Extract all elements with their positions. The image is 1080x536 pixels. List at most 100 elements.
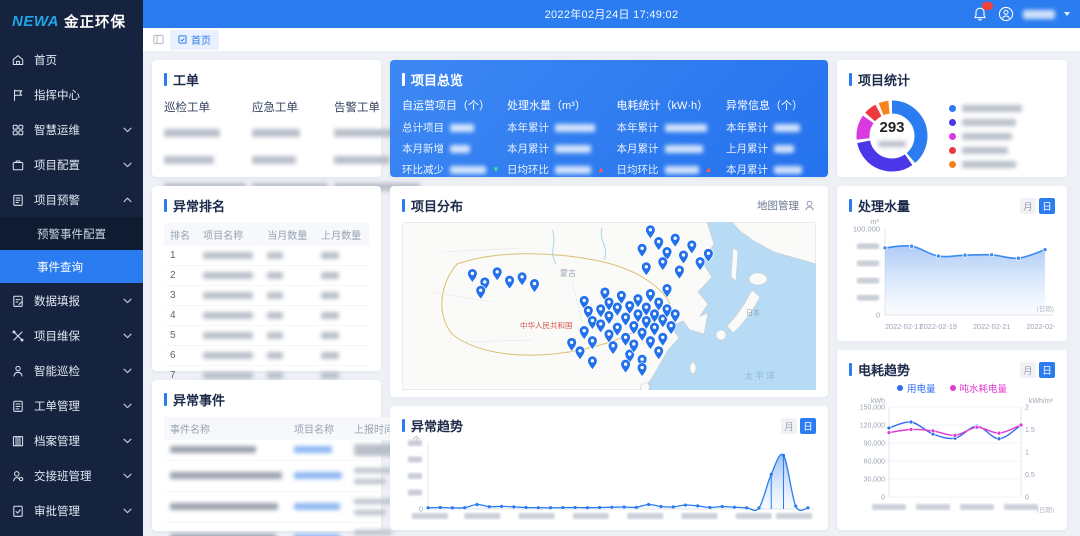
username-blurred[interactable] bbox=[1023, 10, 1055, 19]
sidebar-item-9[interactable]: 工单管理 bbox=[0, 388, 143, 423]
sidebar-item-3[interactable]: 智慧运维 bbox=[0, 112, 143, 147]
power-toggle-month[interactable]: 月 bbox=[1020, 362, 1036, 378]
overview-row-label: 环比减少 bbox=[402, 162, 444, 177]
svg-text:0: 0 bbox=[876, 311, 880, 320]
tools-icon bbox=[11, 329, 25, 343]
legend-item bbox=[949, 161, 1022, 168]
chevron-down-icon bbox=[123, 127, 132, 133]
map-manage-button[interactable]: 地图管理 bbox=[757, 198, 816, 213]
topbar: 2022年02月24日 17:49:02 bbox=[143, 0, 1080, 28]
sidebar-item-label: 项目配置 bbox=[34, 157, 80, 173]
overview-group-name: 电耗统计（kW·h） bbox=[617, 97, 721, 113]
project-name-cell bbox=[197, 246, 261, 266]
brand-logo-en: NEWA bbox=[12, 13, 59, 30]
project-link-cell[interactable] bbox=[288, 461, 348, 492]
svg-text:1.5: 1.5 bbox=[1025, 427, 1035, 434]
event-name-cell bbox=[164, 440, 288, 461]
blurred-value bbox=[962, 119, 1016, 126]
workorder-blurred-row bbox=[164, 124, 246, 142]
table-row[interactable]: 2 bbox=[164, 266, 369, 286]
blurred-value bbox=[164, 129, 220, 137]
overview-row-label: 日均环比 bbox=[617, 162, 659, 177]
trend-up-icon: ▲ bbox=[705, 165, 713, 174]
water-toggle-day[interactable]: 日 bbox=[1039, 198, 1055, 214]
china-map[interactable]: 蒙古日本太平洋中华人民共和国 bbox=[402, 222, 816, 395]
approve-icon bbox=[11, 504, 25, 518]
card-water: 处理水量 月日 m³100,00002022-02-172022-02-1920… bbox=[837, 186, 1067, 341]
abnormal-toggle-month[interactable]: 月 bbox=[781, 418, 797, 434]
sidebar-item-7[interactable]: 项目维保 bbox=[0, 318, 143, 353]
workorder-blurred-row bbox=[252, 151, 328, 169]
svg-text:0.5: 0.5 bbox=[1025, 472, 1035, 479]
chevron-down-icon bbox=[123, 438, 132, 444]
last-month-cell bbox=[315, 326, 369, 346]
sidebar-item-label: 项目预警 bbox=[34, 192, 80, 208]
table-row[interactable]: 6 bbox=[164, 346, 369, 366]
ranking-header-row: 排名项目名称当月数量上月数量 bbox=[164, 223, 369, 246]
project-link-cell[interactable] bbox=[288, 492, 348, 523]
blurred-value bbox=[774, 124, 800, 132]
sidebar-item-label: 项目维保 bbox=[34, 328, 80, 344]
sidebar-item-12[interactable]: 审批管理 bbox=[0, 493, 143, 528]
overview-row: 本月累计 bbox=[726, 162, 816, 177]
overview-row-label: 本年累计 bbox=[617, 120, 659, 135]
legend-dot bbox=[949, 161, 956, 168]
blurred-value bbox=[267, 292, 283, 299]
abnormal-toggle-day[interactable]: 日 bbox=[800, 418, 816, 434]
power-toggle-day[interactable]: 日 bbox=[1039, 362, 1055, 378]
sidebar-item-6[interactable]: 数据填报 bbox=[0, 283, 143, 318]
blurred-value bbox=[354, 479, 386, 484]
sidebar-subitem-事件查询[interactable]: 事件查询 bbox=[0, 250, 143, 283]
title-accent bbox=[164, 73, 167, 86]
table-row[interactable]: 5 bbox=[164, 326, 369, 346]
svg-text:(日期): (日期) bbox=[1037, 305, 1054, 313]
sidebar-item-5[interactable]: 项目预警 bbox=[0, 182, 143, 217]
sidebar-item-4[interactable]: 项目配置 bbox=[0, 147, 143, 182]
overview-row: 环比减少 ▼ bbox=[402, 162, 501, 177]
title-accent bbox=[402, 419, 405, 432]
sidebar-item-11[interactable]: 交接班管理 bbox=[0, 458, 143, 493]
sidebar-item-2[interactable]: 指挥中心 bbox=[0, 77, 143, 112]
blurred-value bbox=[354, 499, 392, 504]
legend-item bbox=[949, 147, 1022, 154]
sidebar-subitem-label: 事件查询 bbox=[37, 259, 83, 275]
legend-item-0: 用电量 bbox=[897, 381, 936, 395]
rank-cell: 4 bbox=[164, 306, 197, 326]
table-row[interactable] bbox=[164, 492, 402, 523]
legend-dot bbox=[949, 119, 956, 126]
project-link-cell[interactable] bbox=[288, 440, 348, 461]
breadcrumb-tab-label: 首页 bbox=[191, 32, 211, 47]
svg-text:中华人民共和国: 中华人民共和国 bbox=[520, 320, 573, 330]
sidebar-item-8[interactable]: 智能巡检 bbox=[0, 353, 143, 388]
table-row[interactable]: 4 bbox=[164, 306, 369, 326]
notification-bell-icon[interactable] bbox=[971, 5, 989, 23]
table-row[interactable] bbox=[164, 440, 402, 461]
legend-dot bbox=[949, 147, 956, 154]
table-row[interactable]: 1 bbox=[164, 246, 369, 266]
project-link-cell[interactable] bbox=[288, 523, 348, 536]
user-avatar-icon[interactable] bbox=[998, 6, 1014, 22]
table-row[interactable]: 3 bbox=[164, 286, 369, 306]
water-toggle-month[interactable]: 月 bbox=[1020, 198, 1036, 214]
breadcrumb-tab-home[interactable]: 首页 bbox=[170, 30, 219, 50]
last-month-cell bbox=[315, 246, 369, 266]
sidebar-item-10[interactable]: 档案管理 bbox=[0, 423, 143, 458]
svg-text:kWh/m³: kWh/m³ bbox=[1029, 398, 1054, 405]
overview-row-label: 本年累计 bbox=[726, 120, 768, 135]
sidebar-item-1[interactable]: 首页 bbox=[0, 42, 143, 77]
sidebar-subitem-预警事件配置[interactable]: 预警事件配置 bbox=[0, 217, 143, 250]
blurred-value bbox=[555, 166, 591, 174]
chevron-down-icon bbox=[123, 403, 132, 409]
blurred-value bbox=[203, 352, 253, 359]
collapse-icon[interactable] bbox=[153, 34, 164, 45]
chevron-down-icon bbox=[123, 333, 132, 339]
overview-group: 异常信息（个）本年累计上月累计本月累计 bbox=[726, 97, 816, 183]
table-row[interactable] bbox=[164, 523, 402, 536]
chevron-down-icon[interactable] bbox=[1064, 12, 1070, 16]
trend-down-icon: ▼ bbox=[492, 165, 500, 174]
table-row[interactable] bbox=[164, 461, 402, 492]
blurred-value bbox=[170, 472, 282, 479]
notification-badge bbox=[982, 2, 993, 10]
card-stats-title: 项目统计 bbox=[858, 70, 910, 89]
svg-text:蒙古: 蒙古 bbox=[560, 268, 576, 278]
